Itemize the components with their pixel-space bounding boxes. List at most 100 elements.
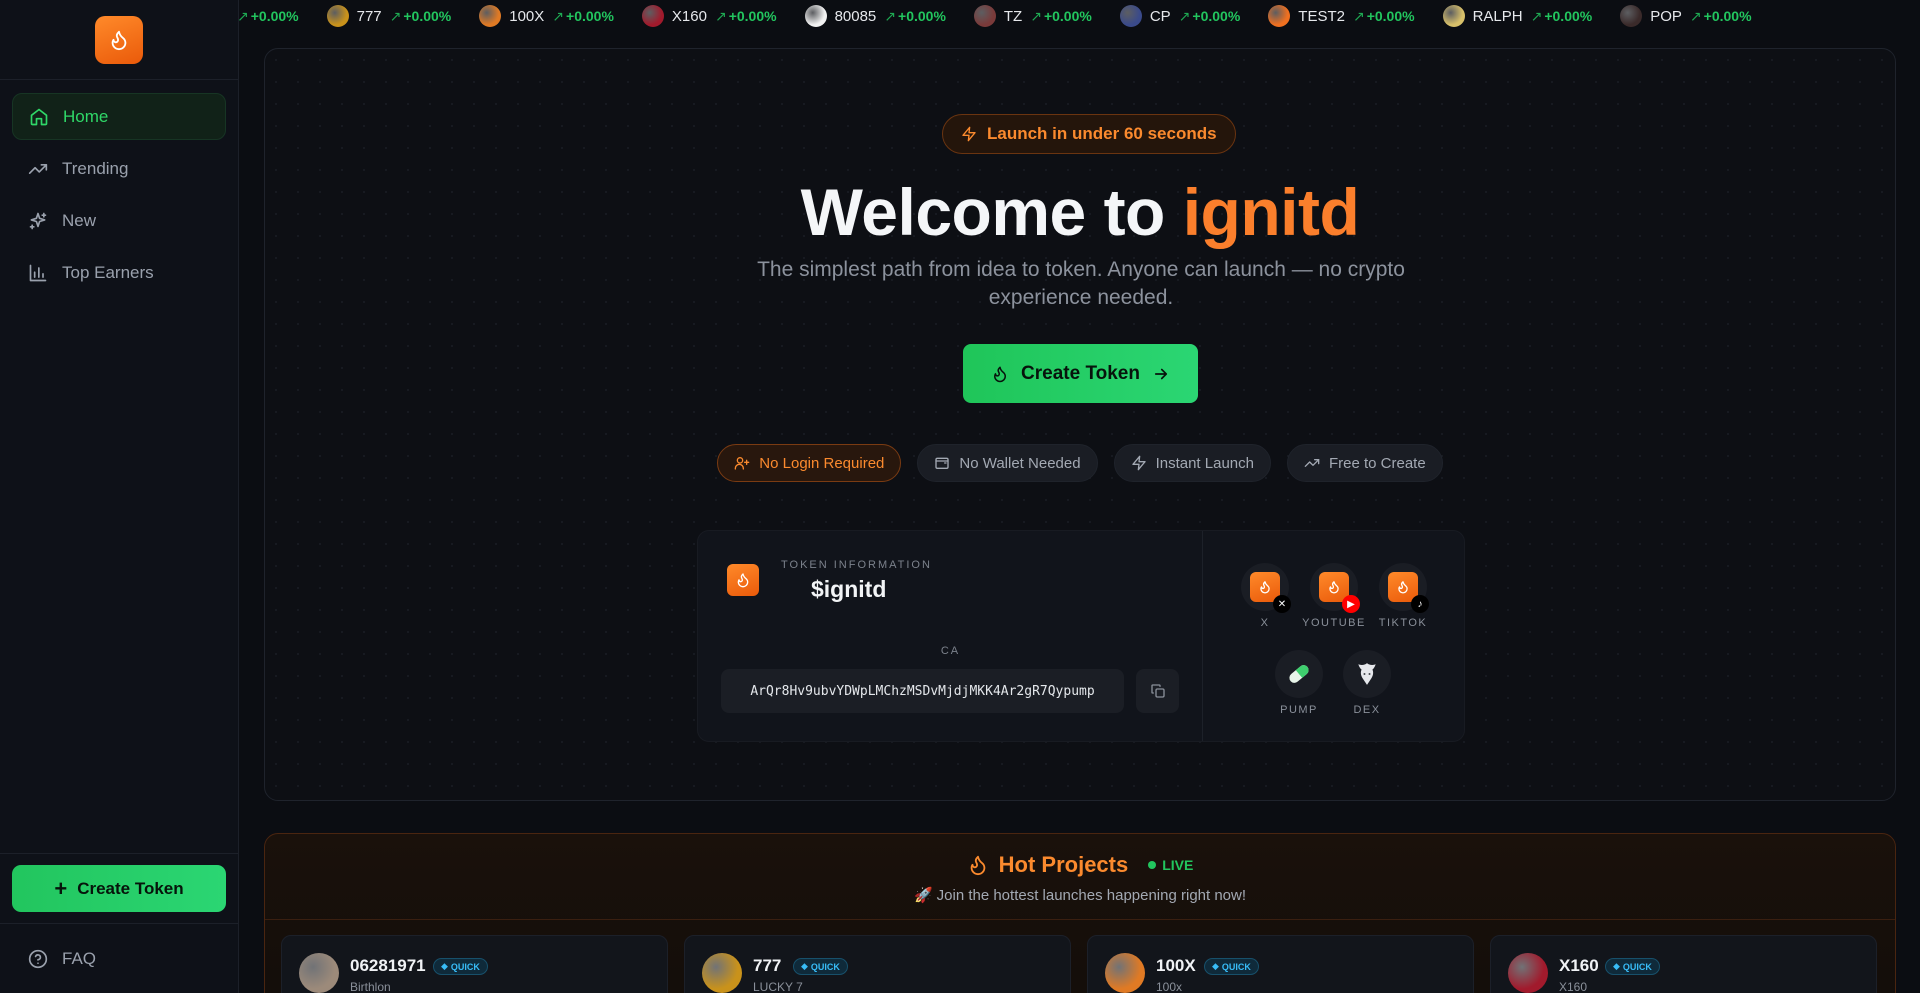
plus-icon: + — [54, 875, 68, 901]
ticker-change: +0.00% — [1531, 8, 1592, 25]
chip-label: Instant Launch — [1155, 454, 1254, 472]
chip-instant-launch: Instant Launch — [1113, 444, 1271, 482]
contract-address-label: CA — [940, 645, 961, 657]
ticker-item[interactable]: TEST2 +0.00% — [1268, 5, 1415, 27]
social-circle: ♪ — [1379, 563, 1429, 613]
sidebar-item-new[interactable]: New — [12, 197, 226, 244]
live-badge: LIVE — [1148, 857, 1193, 873]
copy-address-button[interactable] — [1136, 669, 1179, 713]
project-name: X160 — [1559, 956, 1599, 975]
ticker-item[interactable]: POP +0.00% — [1620, 5, 1752, 27]
chip-no-login: No Login Required — [717, 444, 902, 482]
ticker-symbol: 80085 — [834, 7, 877, 25]
hot-projects-title: Hot Projects LIVE — [265, 852, 1895, 878]
token-logo — [727, 564, 759, 596]
project-subtitle: LUCKY 7 — [753, 980, 803, 993]
sidebar-item-top-earners[interactable]: Top Earners — [12, 249, 226, 296]
title-prefix: Welcome to — [800, 175, 1183, 249]
quick-badge: ◆ QUICK — [1204, 958, 1259, 975]
project-card[interactable]: 06281971 ◆ QUICK Birthlon — [281, 935, 668, 993]
social-pump-link[interactable]: PUMP — [1267, 650, 1331, 716]
token-avatar — [1268, 5, 1291, 27]
ticker-item[interactable]: +0.00% — [239, 8, 299, 25]
flame-icon — [970, 855, 985, 876]
flame-icon — [111, 30, 127, 50]
create-token-button[interactable]: Create Token — [963, 344, 1198, 403]
quick-icon: ◆ — [801, 961, 808, 971]
chip-label: No Login Required — [759, 454, 885, 472]
ticker-item[interactable]: TZ +0.00% — [973, 5, 1092, 27]
token-details: TOKEN INFORMATION $ignitd CA ArQr8Hv9ubv… — [698, 531, 1203, 741]
social-circle — [1343, 650, 1391, 698]
copy-icon — [1150, 684, 1165, 698]
sidebar-item-trending[interactable]: Trending — [12, 145, 226, 192]
logo-area — [0, 0, 238, 80]
arrow-right-icon — [1154, 368, 1168, 379]
project-card[interactable]: X160 ◆ QUICK X160 — [1490, 935, 1877, 993]
social-label: X — [1260, 617, 1270, 629]
zap-icon — [1131, 455, 1146, 471]
chip-label: No Wallet Needed — [959, 454, 1081, 472]
social-label: YOUTUBE — [1302, 617, 1366, 629]
quick-badge: ◆ QUICK — [1605, 958, 1660, 975]
ticker-item[interactable]: 100X +0.00% — [479, 5, 614, 27]
faq-label: FAQ — [62, 948, 97, 968]
social-x-link[interactable]: ✕ X — [1233, 563, 1297, 629]
chip-free-to-create: Free to Create — [1286, 444, 1443, 482]
hero-subtitle: The simplest path from idea to token. An… — [757, 258, 1405, 309]
quick-icon: ◆ — [1613, 961, 1620, 971]
project-subtitle: 100x — [1156, 980, 1183, 993]
price-ticker: +0.00% 777+0.00% 100X+0.00% X160+0.00% 80085… — [239, 0, 1920, 32]
social-dex-link[interactable]: DEX — [1335, 650, 1399, 716]
token-avatar — [326, 5, 349, 27]
social-circle — [1275, 650, 1323, 698]
social-youtube-link[interactable]: ▶ YOUTUBE — [1302, 563, 1366, 629]
rocket-icon: 🚀 — [913, 887, 933, 904]
project-card[interactable]: 777 ◆ QUICK LUCKY 7 — [684, 935, 1071, 993]
chip-no-wallet: No Wallet Needed — [917, 444, 1098, 482]
youtube-play-icon: ▶ — [1342, 595, 1360, 613]
tiktok-note-icon: ♪ — [1411, 595, 1429, 613]
home-icon — [30, 108, 48, 125]
ticker-change: +0.00% — [239, 8, 299, 25]
sidebar-nav: Home Trending New Top Earners — [0, 80, 238, 314]
zap-icon — [962, 126, 976, 142]
ignitd-logo[interactable] — [95, 15, 143, 64]
project-name: 777 — [753, 956, 782, 975]
quick-label: QUICK — [1221, 961, 1251, 972]
hot-projects-subtitle: 🚀 Join the hottest launches happening rig… — [265, 886, 1895, 904]
contract-address-value: ArQr8Hv9ubvYDWpLMChzMSDvMjdjMKK4Ar2gR7Qy… — [750, 683, 1095, 699]
page-title: Welcome to ignitd — [265, 174, 1895, 250]
flame-icon — [994, 366, 1007, 382]
ticker-item[interactable]: 80085 +0.00% — [804, 5, 946, 27]
sidebar: Home Trending New Top Earners + Create T… — [0, 0, 239, 993]
flame-icon — [737, 573, 749, 588]
ticker-change: +0.00% — [884, 8, 946, 25]
wallet-icon — [935, 457, 950, 469]
quick-icon: ◆ — [441, 961, 448, 971]
social-label: DEX — [1353, 704, 1381, 716]
token-avatar — [1620, 5, 1643, 27]
hot-projects-section: Hot Projects LIVE 🚀 Join the hottest laun… — [264, 833, 1896, 993]
ticker-item[interactable]: RALPH +0.00% — [1442, 5, 1592, 27]
token-avatar — [1119, 5, 1142, 27]
sidebar-create-token-button[interactable]: + Create Token — [12, 865, 226, 912]
sidebar-item-home[interactable]: Home — [12, 93, 226, 140]
create-token-label: Create Token — [77, 878, 184, 898]
create-token-label: Create Token — [1021, 362, 1140, 384]
social-tiktok-link[interactable]: ♪ TIKTOK — [1371, 563, 1435, 629]
hot-projects-subtitle-text: Join the hottest launches happening righ… — [936, 887, 1247, 904]
sidebar-item-label: New — [62, 210, 97, 230]
trending-up-icon — [28, 163, 48, 174]
contract-address-field[interactable]: ArQr8Hv9ubvYDWpLMChzMSDvMjdjMKK4Ar2gR7Qy… — [721, 669, 1124, 713]
sidebar-item-faq[interactable]: FAQ — [0, 923, 238, 993]
quick-badge: ◆ QUICK — [433, 958, 488, 975]
ticker-item[interactable]: 777 +0.00% — [326, 5, 451, 27]
project-subtitle: Birthlon — [350, 980, 391, 993]
project-name: 06281971 — [350, 956, 426, 975]
quick-label: QUICK — [810, 961, 840, 972]
ticker-item[interactable]: X160 +0.00% — [641, 5, 777, 27]
project-card[interactable]: 100X ◆ QUICK 100x — [1087, 935, 1474, 993]
ticker-item[interactable]: CP +0.00% — [1119, 5, 1240, 27]
bar-chart-icon — [29, 264, 47, 281]
